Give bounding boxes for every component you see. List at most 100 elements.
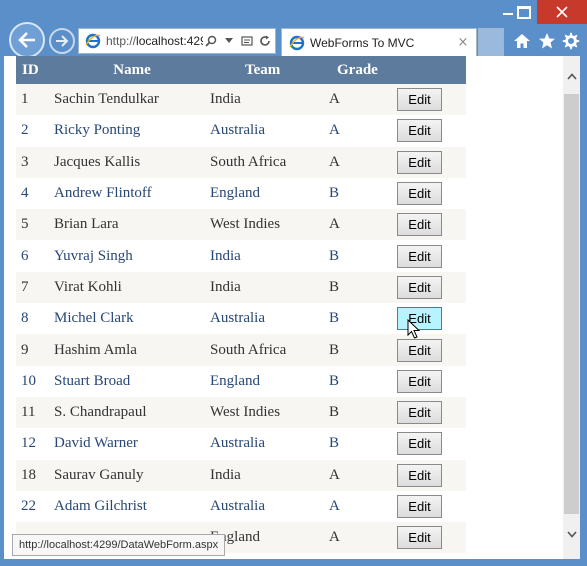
cell-team: Australia [210, 115, 329, 147]
scroll-down-arrow-icon[interactable] [563, 526, 580, 543]
cell-id: 11 [16, 396, 50, 429]
cell-name: Hashim Amla [50, 334, 210, 366]
cell-grade: B [329, 303, 397, 335]
edit-button[interactable]: Edit [397, 401, 442, 425]
table-row: 12 David Warner Australia B Edit [16, 428, 466, 460]
search-icon[interactable] [203, 33, 219, 49]
cell-edit: Edit [397, 428, 466, 460]
cell-id: 9 [16, 334, 50, 366]
cell-edit: Edit [397, 334, 466, 366]
browser-window: http://localhost:429 WebForms To MVC × I… [0, 0, 587, 566]
mouse-pointer-icon [407, 319, 421, 339]
cell-edit: Edit [397, 84, 466, 116]
cell-id: 12 [16, 428, 50, 460]
edit-button[interactable]: Edit [397, 182, 442, 206]
table-row: 5 Brian Lara West Indies A Edit [16, 209, 466, 241]
ie-logo-icon [289, 35, 305, 50]
tab-webforms-to-mvc[interactable]: WebForms To MVC × [281, 28, 477, 56]
cell-name: Virat Kohli [50, 271, 210, 304]
cell-grade: B [329, 396, 397, 429]
header-edit [397, 56, 466, 84]
table-row: 18 Saurav Ganuly India A Edit [16, 459, 466, 491]
edit-button[interactable]: Edit [397, 338, 442, 362]
close-icon [556, 6, 568, 18]
edit-button[interactable]: Edit [397, 150, 442, 174]
edit-button[interactable]: Edit [397, 495, 442, 518]
cell-name: Jacques Kallis [50, 146, 210, 178]
cell-name: Saurav Ganuly [50, 459, 210, 491]
cell-team: England [210, 522, 329, 554]
cell-id: 7 [16, 271, 50, 304]
cell-edit: Edit [397, 240, 466, 272]
cell-name: Brian Lara [50, 209, 210, 241]
compatibility-view-icon[interactable] [239, 33, 255, 49]
cell-id: 5 [16, 209, 50, 241]
scrollbar-thumb[interactable] [564, 94, 579, 514]
cell-name: David Warner [50, 428, 210, 460]
cell-name: Adam Gilchrist [50, 490, 210, 523]
cell-grade: A [329, 490, 397, 523]
dropdown-icon[interactable] [221, 33, 237, 49]
cell-grade: A [329, 209, 397, 241]
cell-team: India [210, 271, 329, 304]
cell-name: Ricky Ponting [50, 115, 210, 147]
cell-team: Australia [210, 303, 329, 335]
back-button[interactable] [9, 22, 45, 58]
table-row: 8 Michel Clark Australia B Edit [16, 303, 466, 335]
cell-grade: B [329, 428, 397, 460]
edit-button[interactable]: Edit [397, 526, 442, 550]
cell-grade: B [329, 365, 397, 397]
header-id: ID [16, 56, 50, 84]
cell-grade: B [329, 240, 397, 272]
edit-button[interactable]: Edit [397, 244, 442, 268]
address-bar[interactable]: http://localhost:429 [78, 28, 276, 54]
page-content: ID Name Team Grade 1 Sachin Tendulkar Indi… [4, 56, 580, 559]
table-row: 10 Stuart Broad England B Edit [16, 365, 466, 397]
edit-button[interactable]: Edit [397, 432, 442, 456]
header-team: Team [210, 56, 329, 84]
cell-id: 18 [16, 459, 50, 491]
cell-id: 4 [16, 177, 50, 210]
edit-button[interactable]: Edit [397, 88, 442, 112]
table-row: 11 S. Chandrapaul West Indies B Edit [16, 396, 466, 429]
cell-edit: Edit [397, 177, 466, 210]
star-icon[interactable] [537, 31, 557, 51]
cell-edit: Edit [397, 209, 466, 241]
edit-button[interactable]: Edit [397, 463, 442, 487]
forward-button[interactable] [49, 28, 75, 54]
address-url[interactable]: http://localhost:429 [106, 34, 203, 48]
cell-team: Australia [210, 428, 329, 460]
vertical-scrollbar[interactable] [563, 56, 580, 559]
cell-name: Andrew Flintoff [50, 177, 210, 210]
back-arrow-icon [18, 32, 35, 48]
refresh-icon[interactable] [257, 33, 273, 49]
players-grid: ID Name Team Grade 1 Sachin Tendulkar Indi… [16, 56, 466, 554]
cell-name: Sachin Tendulkar [50, 84, 210, 116]
cell-edit: Edit [397, 459, 466, 491]
edit-button[interactable]: Edit [397, 213, 442, 237]
scroll-up-arrow-icon[interactable] [563, 68, 580, 85]
grid-header-row: ID Name Team Grade [16, 56, 466, 84]
cell-id: 3 [16, 146, 50, 178]
cell-id: 1 [16, 84, 50, 116]
table-row: 2 Ricky Ponting Australia A Edit [16, 115, 466, 147]
tab-close-icon[interactable]: × [456, 35, 470, 50]
cell-edit: Edit [397, 271, 466, 304]
cell-team: India [210, 240, 329, 272]
edit-button[interactable]: Edit [397, 119, 442, 143]
cell-edit: Edit [397, 396, 466, 429]
home-icon[interactable] [512, 31, 532, 51]
cell-id: 6 [16, 240, 50, 272]
close-window-button[interactable] [537, 0, 587, 24]
edit-button[interactable]: Edit [397, 369, 442, 393]
cell-name: Michel Clark [50, 303, 210, 335]
gear-icon[interactable] [561, 31, 581, 51]
cell-team: South Africa [210, 146, 329, 178]
edit-button[interactable]: Edit [397, 275, 442, 299]
new-tab-button[interactable] [478, 28, 504, 56]
cell-grade: B [329, 177, 397, 210]
cell-edit: Edit [397, 365, 466, 397]
cell-grade: A [329, 84, 397, 116]
table-row: 4 Andrew Flintoff England B Edit [16, 177, 466, 210]
cell-team: India [210, 84, 329, 116]
